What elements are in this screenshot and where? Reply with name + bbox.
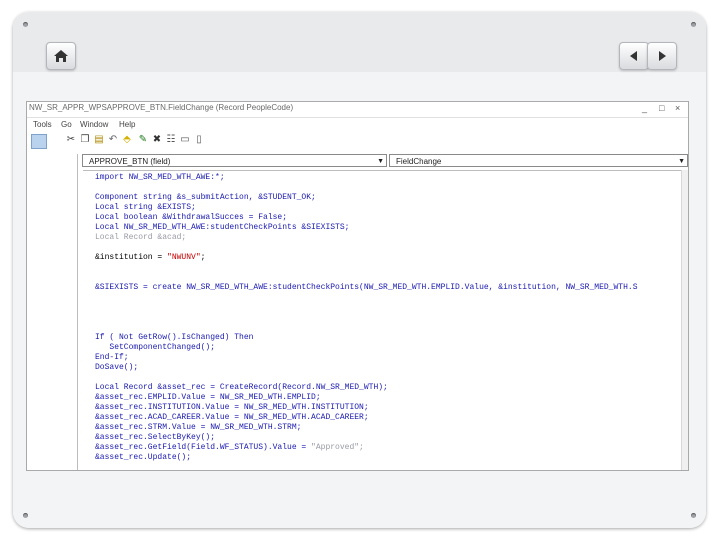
code-token: If ( Not GetRow().IsChanged) Then <box>95 333 254 342</box>
field-selector-value: APPROVE_BTN (field) <box>89 157 171 166</box>
delete-icon[interactable]: ✖ <box>151 134 163 146</box>
code-editor[interactable]: import NW_SR_MED_WTH_AWE:*; Component str… <box>83 170 688 470</box>
code-line: Component string &s_submitAction, &STUDE… <box>95 193 638 203</box>
code-line: Local Record &acad; <box>95 233 638 243</box>
code-token: ; <box>200 253 206 262</box>
code-token: import NW_SR_MED_WTH_AWE:*; <box>95 173 225 182</box>
corner-rivet <box>691 513 696 518</box>
code-token: Local Record &asset_rec = CreateRecord(R… <box>95 383 388 392</box>
code-token: Local NW_SR_MED_WTH_AWE:studentCheckPoin… <box>95 223 350 232</box>
code-token: DoSave(); <box>95 363 139 372</box>
corner-rivet <box>691 22 696 27</box>
window-title: NW_SR_APPR_WPSAPPROVE_BTN.FieldChange (R… <box>29 103 294 112</box>
back-button[interactable] <box>619 42 649 70</box>
code-line: &asset_rec.GetField(Field.WF_STATUS).Val… <box>95 443 638 453</box>
uncomment-icon[interactable]: ▯ <box>193 134 205 146</box>
code-line: DoSave(); <box>95 363 638 373</box>
code-token: &institution = <box>95 253 168 262</box>
project-tree-pane[interactable] <box>27 154 78 470</box>
code-line: &asset_rec.INSTITUTION.Value = NW_SR_MED… <box>95 403 638 413</box>
code-line: &asset_rec.EMPLID.Value = NW_SR_MED_WTH.… <box>95 393 638 403</box>
window-minimize-button[interactable]: _ <box>642 103 647 113</box>
undo-icon[interactable]: ↶ <box>107 134 119 146</box>
code-token: "NWUNV" <box>167 253 201 262</box>
peoplecode-window: NW_SR_APPR_WPSAPPROVE_BTN.FieldChange (R… <box>26 101 689 471</box>
home-button[interactable] <box>46 42 76 70</box>
menu-tools[interactable]: Tools <box>33 120 52 129</box>
find-icon[interactable]: ⬘ <box>121 134 133 146</box>
code-token: Component string &s_submitAction, &STUDE… <box>95 193 316 202</box>
code-line: &SIEXISTS = create NW_SR_MED_WTH_AWE:stu… <box>95 283 638 293</box>
code-token: &SIEXISTS = create NW_SR_MED_WTH_AWE:stu… <box>95 283 638 292</box>
event-selector-value: FieldChange <box>396 157 442 166</box>
corner-rivet <box>23 513 28 518</box>
code-line: &asset_rec.ACAD_CAREER.Value = NW_SR_MED… <box>95 413 638 423</box>
code-line: Local Record &asset_rec = CreateRecord(R… <box>95 383 638 393</box>
toolbar-swatch <box>31 134 47 149</box>
code-line: &asset_rec.SelectByKey(); <box>95 433 638 443</box>
code-token: SetComponentChanged(); <box>95 343 216 352</box>
window-titlebar: NW_SR_APPR_WPSAPPROVE_BTN.FieldChange (R… <box>27 102 688 118</box>
code-token: Local boolean &WithdrawalSucces = False; <box>95 213 288 222</box>
forward-button[interactable] <box>647 42 677 70</box>
code-token: End-If; <box>95 353 129 362</box>
menu-window[interactable]: Window <box>80 120 108 129</box>
code-line: Local string &EXISTS; <box>95 203 638 213</box>
code-token: Local string &EXISTS; <box>95 203 196 212</box>
code-token: &asset_rec.STRM.Value = NW_SR_MED_WTH.ST… <box>95 423 302 432</box>
code-token: Local Record &acad; <box>95 233 187 242</box>
validate-icon[interactable]: ✎ <box>137 134 149 146</box>
cut-icon[interactable]: ✂ <box>65 134 77 146</box>
code-line: &institution = "NWUNV"; <box>95 253 638 263</box>
menu-bar: Tools Go Window Help <box>27 118 688 130</box>
menu-go[interactable]: Go <box>61 120 72 129</box>
code-token: "Approved"; <box>311 443 364 452</box>
field-selector[interactable]: APPROVE_BTN (field) ▼ <box>82 154 387 167</box>
code-token: &asset_rec.GetField(Field.WF_STATUS).Val… <box>95 443 312 452</box>
window-maximize-button[interactable]: □ <box>659 103 664 113</box>
house-icon <box>54 50 68 62</box>
code-line: End-If; <box>95 353 638 363</box>
paste-icon[interactable]: ▤ <box>93 134 105 146</box>
menu-help[interactable]: Help <box>119 120 135 129</box>
event-selector[interactable]: FieldChange ▼ <box>389 154 688 167</box>
code-line: Local boolean &WithdrawalSucces = False; <box>95 213 638 223</box>
comment-icon[interactable]: ▭ <box>179 134 191 146</box>
window-close-button[interactable]: × <box>675 103 680 113</box>
left-arrow-icon <box>630 51 637 61</box>
properties-icon[interactable]: ☷ <box>165 134 177 146</box>
code-token: &asset_rec.SelectByKey(); <box>95 433 216 442</box>
code-line: Local NW_SR_MED_WTH_AWE:studentCheckPoin… <box>95 223 638 233</box>
code-text: import NW_SR_MED_WTH_AWE:*; Component str… <box>95 173 638 463</box>
copy-icon[interactable]: ❐ <box>79 134 91 146</box>
code-line: &asset_rec.Update(); <box>95 453 638 463</box>
selector-row: APPROVE_BTN (field) ▼ FieldChange ▼ <box>82 154 688 168</box>
code-token: &asset_rec.INSTITUTION.Value = NW_SR_MED… <box>95 403 369 412</box>
code-line: import NW_SR_MED_WTH_AWE:*; <box>95 173 638 183</box>
code-line: If ( Not GetRow().IsChanged) Then <box>95 333 638 343</box>
corner-rivet <box>23 22 28 27</box>
code-line: &asset_rec.STRM.Value = NW_SR_MED_WTH.ST… <box>95 423 638 433</box>
chevron-down-icon: ▼ <box>377 158 384 165</box>
code-line: SetComponentChanged(); <box>95 343 638 353</box>
vertical-scrollbar[interactable] <box>681 170 688 470</box>
code-token: &asset_rec.EMPLID.Value = NW_SR_MED_WTH.… <box>95 393 321 402</box>
right-arrow-icon <box>659 51 666 61</box>
code-token: &asset_rec.Update(); <box>95 453 192 462</box>
chevron-down-icon: ▼ <box>678 158 685 165</box>
toolbar: ✂ ❐ ▤ ↶ ⬘ ✎ ✖ ☷ ▭ ▯ <box>27 132 688 150</box>
code-token: &asset_rec.ACAD_CAREER.Value = NW_SR_MED… <box>95 413 369 422</box>
